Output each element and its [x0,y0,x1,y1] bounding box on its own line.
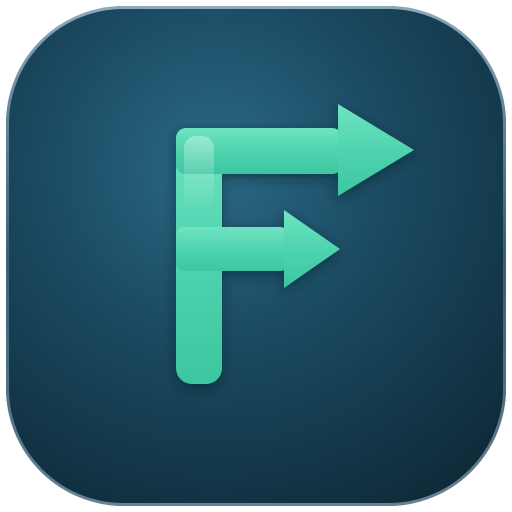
app-icon [0,0,512,512]
glyph-shine [184,136,214,210]
app-icon-graphic [6,6,506,506]
